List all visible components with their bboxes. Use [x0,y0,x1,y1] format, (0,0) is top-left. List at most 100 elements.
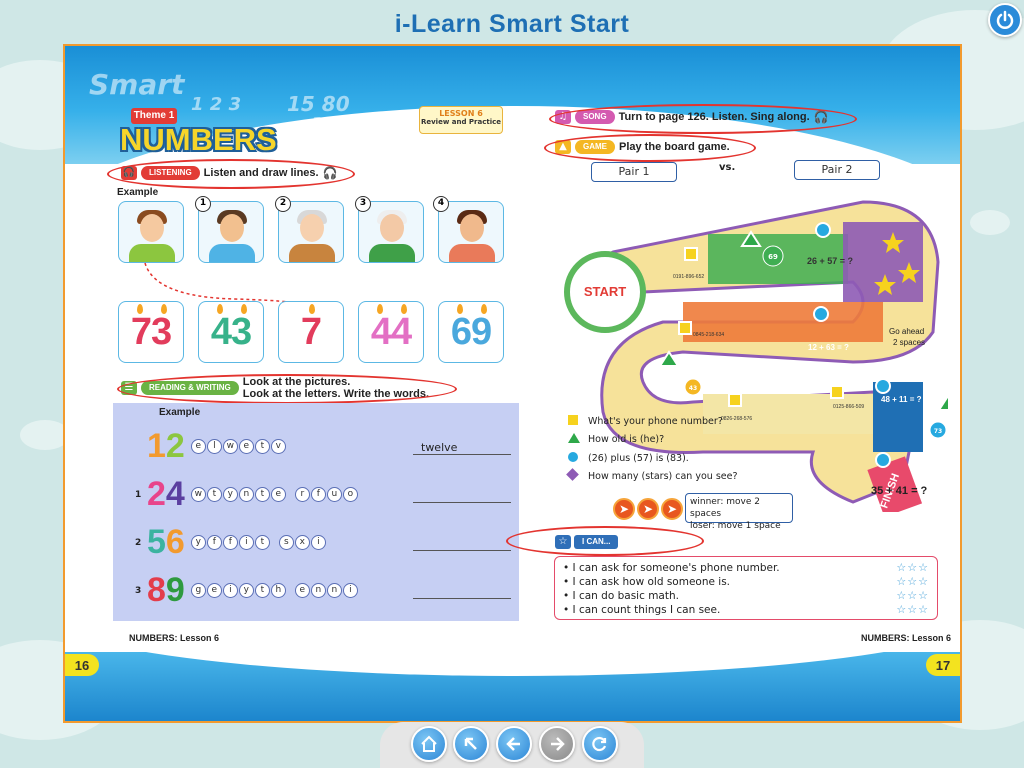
row-number: 12 [147,427,185,465]
pair-2-box[interactable]: Pair 2 [794,160,880,180]
word-row: 3 89 g e i y t h e n n i [135,571,359,610]
highlight-ellipse [117,374,457,404]
ican-checklist: • I can ask for someone's phone number. ☆… [554,556,938,620]
candle-flame [241,304,247,314]
ican-item: • I can count things I can see. ☆☆☆ [563,603,929,617]
back-button[interactable] [496,726,532,762]
board-start: START [584,284,626,299]
board-math: 48 + 11 = ? [881,395,922,404]
candle-flame [137,304,143,314]
legend-text: How many (stars) can you see? [588,470,738,482]
candle-flame [161,304,167,314]
decorative-text: 30 [311,114,337,135]
highlight-ellipse [506,526,704,556]
board-green-marker [937,394,948,411]
letter-circle: i [222,583,238,598]
letter-circle: w [222,439,238,454]
theme-title: NUMBERS [120,122,277,157]
app-title: i-Learn Smart Start [394,10,630,38]
lesson-number: LESSON 6 [439,109,483,118]
letter-circle: v [270,439,286,454]
left-page-number: 16 [65,654,99,676]
up-left-button[interactable] [453,726,489,762]
cake-card: 7 [278,301,344,363]
person-number: 4 [433,196,449,212]
ican-item: • I can do basic math. ☆☆☆ [563,589,929,603]
letter-circle: x [294,535,310,550]
decorative-text: Smart [89,68,185,101]
example-label: Example [159,407,201,418]
refresh-icon [592,736,607,752]
person-number: 3 [355,196,371,212]
legend-row: How old is (he)? [568,433,664,446]
legend-row: How many (stars) can you see? [566,468,738,482]
arrow-token-icon: ➤ [613,498,635,520]
highlight-ellipse [107,159,355,189]
letter-circle: i [342,583,358,598]
home-button[interactable] [411,726,447,762]
arrow-tokens: ➤ ➤ ➤ [613,498,685,520]
answer-line[interactable] [413,489,511,503]
cake-number: 7 [300,310,322,353]
vs-label: vs. [719,162,736,173]
board-phone: 0191-896-652 [673,274,704,280]
right-page-number: 17 [926,654,960,676]
shirt [369,244,415,262]
loser-rule: loser: move 1 space [690,521,781,531]
board-blue-marker [875,378,891,394]
board-yellow-marker [830,385,844,399]
answer-line[interactable]: twelve [413,441,511,455]
rating-stars-icon[interactable]: ☆☆☆ [896,589,929,603]
rating-stars-icon[interactable]: ☆☆☆ [896,575,929,589]
left-footer-label: NUMBERS: Lesson 6 [129,633,220,643]
decorative-text: 15 80 [287,92,350,116]
board-blue-marker [875,452,891,468]
reading-writing-panel: Example 12 e l w e t v twelve 1 24 w t y n t e r f u o 2 56 y f… [113,403,519,621]
letter-circle: y [190,535,206,550]
arrow-token-icon: ➤ [661,498,683,520]
letter-circle: t [254,487,270,502]
board-math: 26 + 57 = ? [807,256,853,266]
letter-circle: t [254,535,270,550]
letter-circle: n [310,583,326,598]
answer-line[interactable] [413,585,511,599]
face [300,214,324,242]
letter-circle: g [190,583,206,598]
board-yellow-marker [684,247,698,261]
legend-text: How old is (he)? [588,434,665,445]
right-footer-label: NUMBERS: Lesson 6 [861,633,952,643]
book-spread: Smart 1 2 3 15 80 30 Theme 1 NUMBERS LES… [63,44,962,723]
ican-item: • I can ask for someone's phone number. ☆… [563,561,929,575]
rating-stars-icon[interactable]: ☆☆☆ [896,561,929,575]
board-age: 43 [689,385,697,392]
rating-stars-icon[interactable]: ☆☆☆ [896,603,929,617]
lesson-badge: LESSON 6 Review and Practice [419,106,503,134]
row-index: 2 [135,537,142,548]
board-blue-marker [815,222,831,238]
pair-1-box[interactable]: Pair 1 [591,162,677,182]
candle-flame [481,304,487,314]
answer-line[interactable] [413,537,511,551]
yellow-square-icon [568,415,580,428]
cake-number: 44 [370,310,412,353]
forward-button[interactable] [539,726,575,762]
board-phone: 0125-866-509 [833,404,864,410]
letter-circle: y [238,583,254,598]
board-go-ahead: Go ahead [889,327,924,336]
home-icon [421,735,437,752]
board-go-ahead: 2 spaces [893,338,925,347]
letter-circle: i [238,535,254,550]
candle-flame [457,304,463,314]
refresh-button[interactable] [582,726,618,762]
green-triangle-icon [568,433,580,446]
back-arrow-icon [506,737,520,751]
letter-circle: w [190,487,206,502]
letter-circle: e [190,439,206,454]
candle-flame [401,304,407,314]
legend-row: (26) plus (57) is (83). [568,452,689,465]
power-button[interactable] [988,3,1022,37]
letter-circle: t [254,583,270,598]
letter-circle: e [238,439,254,454]
decorative-text: 1 2 3 [191,94,242,115]
board-yellow-marker [728,393,742,407]
